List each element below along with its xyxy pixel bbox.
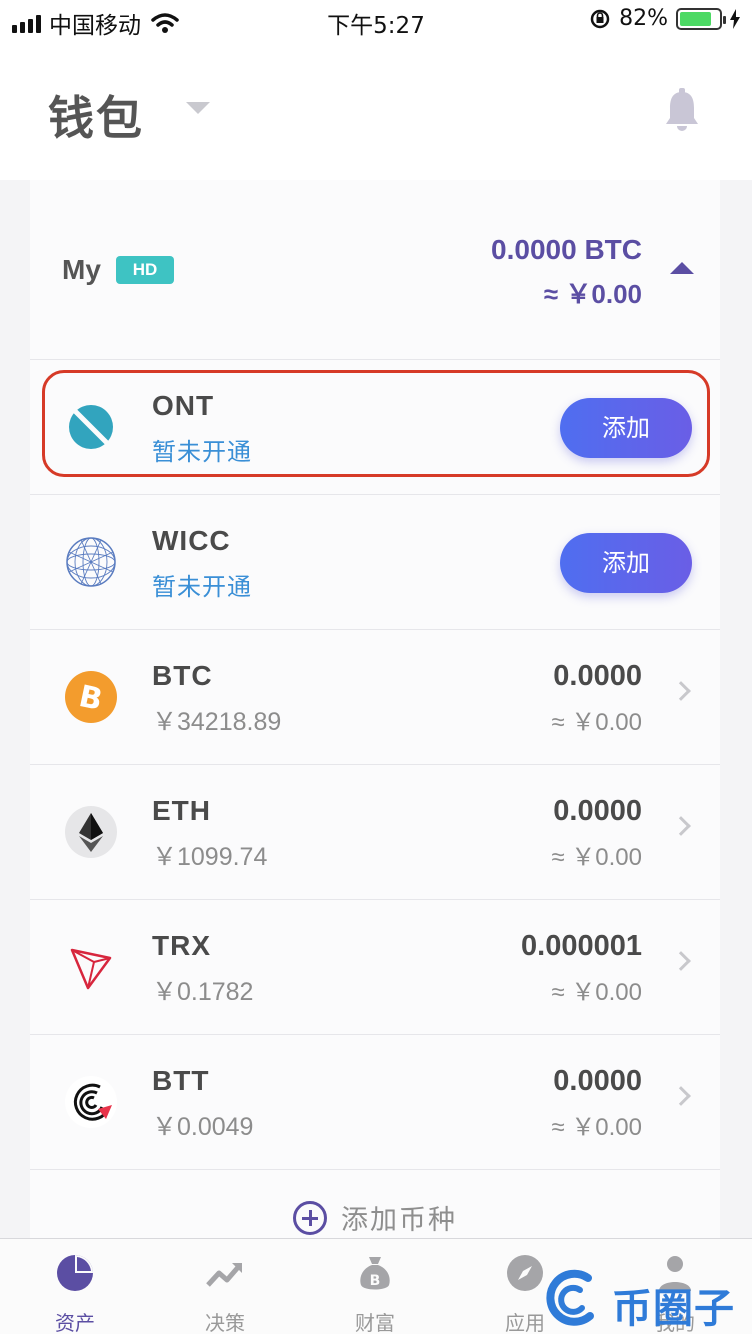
- status-bar: 中国移动 下午5:27 82%: [0, 0, 752, 40]
- coin-symbol: BTC: [152, 660, 213, 691]
- battery-fill: [680, 11, 712, 26]
- add-coin-button[interactable]: 添加币种: [30, 1180, 720, 1240]
- add-wicc-button[interactable]: 添加: [560, 533, 692, 593]
- wallet-btc-balance: 0.0000 BTC: [491, 234, 642, 265]
- btt-icon: [65, 1076, 117, 1128]
- wallet-name: My: [62, 254, 101, 285]
- chevron-right-icon: [671, 681, 691, 701]
- battery-percent: 82%: [619, 6, 668, 31]
- coin-symbol: TRX: [152, 930, 211, 961]
- chevron-right-icon: [671, 1086, 691, 1106]
- ont-highlight-annotation: [42, 370, 710, 477]
- tab-label: 财富: [355, 1311, 395, 1334]
- coin-balance: 0.0000: [553, 660, 642, 692]
- compass-icon: [507, 1255, 543, 1291]
- tab-decision[interactable]: 决策: [150, 1239, 300, 1334]
- page-title: 钱包: [48, 91, 144, 145]
- eth-icon: [65, 806, 117, 858]
- coin-value: ≈ ￥0.00: [551, 844, 642, 871]
- tab-label: 决策: [205, 1311, 245, 1334]
- coin-price: ￥34218.89: [152, 708, 282, 736]
- pie-chart-icon: [57, 1255, 93, 1291]
- coin-price: ￥0.1782: [152, 978, 254, 1006]
- coin-symbol: ETH: [152, 795, 211, 826]
- rotation-lock-icon: [590, 9, 610, 28]
- tab-label: 资产: [55, 1311, 95, 1334]
- bell-icon[interactable]: [664, 88, 700, 132]
- coin-row-wicc[interactable]: WICC 暂未开通 添加: [30, 495, 720, 630]
- money-bag-icon: B: [360, 1257, 390, 1290]
- chevron-right-icon: [671, 816, 691, 836]
- coin-value: ≈ ￥0.00: [551, 979, 642, 1006]
- collapse-caret-icon[interactable]: [670, 262, 694, 274]
- coin-balance: 0.000001: [521, 930, 642, 962]
- header: 钱包: [0, 40, 752, 180]
- coin-row-trx[interactable]: TRX ￥0.1782 0.000001 ≈ ￥0.00: [30, 900, 720, 1035]
- coin-price: ￥1099.74: [152, 843, 268, 871]
- add-coin-content: 添加币种: [293, 1198, 457, 1237]
- coin-row-btt[interactable]: BTT ￥0.0049 0.0000 ≈ ￥0.00: [30, 1035, 720, 1170]
- battery-icon: [676, 7, 726, 30]
- trend-icon: [206, 1263, 242, 1287]
- coin-symbol: WICC: [152, 525, 231, 556]
- svg-text:B: B: [370, 1273, 381, 1289]
- watermark-swirl-icon: [546, 1269, 594, 1326]
- watermark-text: 币圈子: [612, 1286, 735, 1332]
- status-right: 82%: [589, 6, 740, 31]
- trx-icon: [70, 948, 112, 990]
- coin-row-btc[interactable]: B BTC ￥34218.89 0.0000 ≈ ￥0.00: [30, 630, 720, 765]
- tab-assets[interactable]: 资产: [0, 1239, 150, 1334]
- add-coin-label: 添加币种: [341, 1205, 457, 1236]
- wallet-cny-balance: ≈ ￥0.00: [543, 279, 642, 309]
- coin-price: ￥0.0049: [152, 1113, 254, 1141]
- wicc-icon: [66, 537, 116, 587]
- coin-value: ≈ ￥0.00: [551, 1114, 642, 1141]
- plus-circle-icon: [293, 1200, 327, 1235]
- coin-value: ≈ ￥0.00: [551, 709, 642, 736]
- coin-balance: 0.0000: [553, 1065, 642, 1097]
- chevron-right-icon: [671, 951, 691, 971]
- watermark-logo: 币圈子: [540, 1264, 752, 1334]
- charging-icon: [730, 8, 740, 29]
- coin-row-eth[interactable]: ETH ￥1099.74 0.0000 ≈ ￥0.00: [30, 765, 720, 900]
- coin-symbol: BTT: [152, 1065, 210, 1096]
- btc-icon: B: [65, 671, 117, 723]
- coin-status: 暂未开通: [152, 573, 252, 601]
- wallet-switch-caret-icon[interactable]: [186, 102, 210, 114]
- hd-badge: HD: [116, 256, 174, 284]
- wallet-summary[interactable]: My HD 0.0000 BTC ≈ ￥0.00: [30, 180, 720, 360]
- tab-wealth[interactable]: B 财富: [300, 1239, 450, 1334]
- coin-balance: 0.0000: [553, 795, 642, 827]
- wallet-card: My HD 0.0000 BTC ≈ ￥0.00 ONT 暂未开通 添加 WIC: [30, 180, 720, 1240]
